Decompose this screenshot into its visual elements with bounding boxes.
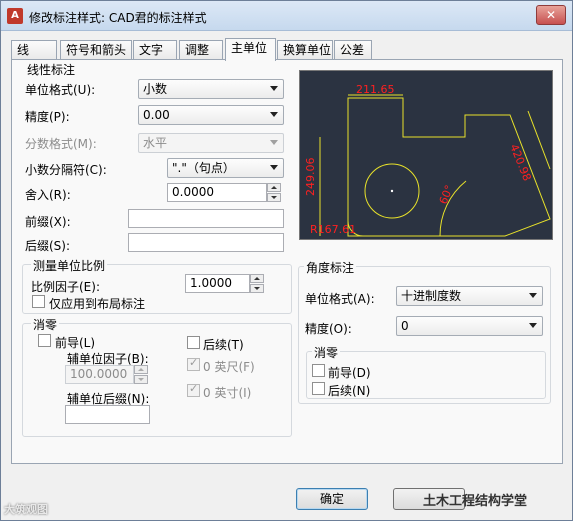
preview-dim-top: 211.65 <box>356 83 395 96</box>
angular-leading-label: 前导(D) <box>328 366 371 380</box>
unit-format-select[interactable]: 小数 <box>138 79 284 99</box>
spin-down-icon[interactable] <box>250 284 264 293</box>
autocad-app-icon: A <box>7 8 23 24</box>
chevron-down-icon <box>529 323 537 328</box>
preview-dim-right: 420.98 <box>507 142 533 183</box>
leading-zero-checkbox[interactable] <box>38 334 51 347</box>
angular-precision-select[interactable]: 0 <box>396 316 543 336</box>
inches-zero-label: 0 英寸(I) <box>203 386 252 400</box>
angular-group-title: 角度标注 <box>304 259 357 276</box>
ok-button[interactable]: 确定 <box>296 488 368 510</box>
sub-unit-suffix-input[interactable] <box>65 405 150 424</box>
tab-primary-units[interactable]: 主单位 <box>225 38 276 61</box>
prefix-label: 前缀(X): <box>25 215 71 229</box>
layout-only-checkbox[interactable] <box>32 295 45 308</box>
tab-alternate-units[interactable]: 换算单位 <box>277 40 333 60</box>
window-title: 修改标注样式: CAD君的标注样式 <box>29 11 207 25</box>
tab-lines[interactable]: 线 <box>11 40 57 60</box>
preview-drawing: 211.65 249.06 420.98 60° R167.61 <box>304 83 551 237</box>
spin-down-icon[interactable] <box>267 193 281 202</box>
decimal-separator-label: 小数分隔符(C): <box>25 163 107 177</box>
linear-group-title: 线性标注 <box>25 61 78 78</box>
preview-dim-radius: R167.61 <box>310 223 356 236</box>
trailing-zero-label: 后续(T) <box>203 338 244 352</box>
spin-up-icon[interactable] <box>134 365 148 374</box>
chevron-down-icon <box>270 86 278 91</box>
precision-select[interactable]: 0.00 <box>138 105 284 125</box>
round-off-label: 舍入(R): <box>25 188 71 202</box>
sub-unit-factor-spinner[interactable] <box>134 365 148 384</box>
close-button[interactable]: ✕ <box>536 5 566 25</box>
title-bar: A 修改标注样式: CAD君的标注样式 ✕ <box>1 1 572 31</box>
round-off-spinner[interactable] <box>267 183 281 202</box>
angular-unit-format-label: 单位格式(A): <box>305 292 375 306</box>
leading-zero-label: 前导(L) <box>55 336 96 350</box>
scale-factor-spinner[interactable] <box>250 274 264 293</box>
watermark-right: 土木工程结构学堂 <box>423 494 528 509</box>
layout-only-label: 仅应用到布局标注 <box>49 297 146 311</box>
tab-text[interactable]: 文字 <box>133 40 177 60</box>
angular-precision-label: 精度(O): <box>305 322 352 336</box>
scale-factor-label: 比例因子(E): <box>31 280 100 294</box>
sub-unit-factor-input[interactable]: 100.0000 <box>65 365 134 384</box>
trailing-zero-checkbox[interactable] <box>187 336 200 349</box>
tab-tolerances[interactable]: 公差 <box>334 40 372 60</box>
preview-dim-angle: 60° <box>437 183 456 206</box>
preview-dim-left: 249.06 <box>304 158 317 197</box>
unit-format-label: 单位格式(U): <box>25 83 96 97</box>
preview-center-mark <box>390 189 394 193</box>
angular-leading-checkbox[interactable] <box>312 364 325 377</box>
angular-trailing-checkbox[interactable] <box>312 382 325 395</box>
suffix-input[interactable] <box>128 233 284 252</box>
scale-factor-input[interactable]: 1.0000 <box>185 274 250 293</box>
angular-trailing-label: 后续(N) <box>328 384 371 398</box>
preview-right-dim-line <box>527 110 551 170</box>
spin-up-icon[interactable] <box>267 183 281 192</box>
suffix-label: 后缀(S): <box>25 239 71 253</box>
watermark-left: 大筑观图 <box>4 503 48 516</box>
prefix-input[interactable] <box>128 209 284 228</box>
dimension-preview: 211.65 249.06 420.98 60° R167.61 <box>299 70 553 240</box>
angular-zero-title: 消零 <box>312 344 341 361</box>
round-off-input[interactable]: 0.0000 <box>167 183 267 202</box>
tab-symbols-arrows[interactable]: 符号和箭头 <box>60 40 132 60</box>
chevron-down-icon <box>270 112 278 117</box>
decimal-separator-select[interactable]: "."（句点） <box>167 158 284 178</box>
fraction-format-label: 分数格式(M): <box>25 137 97 151</box>
scale-group-title: 测量单位比例 <box>31 257 108 274</box>
precision-label: 精度(P): <box>25 110 70 124</box>
fraction-format-select[interactable]: 水平 <box>138 133 284 153</box>
tab-fit[interactable]: 调整 <box>179 40 223 60</box>
angular-unit-format-select[interactable]: 十进制度数 <box>396 286 543 306</box>
dialog-window: A 修改标注样式: CAD君的标注样式 ✕ 线 符号和箭头 文字 调整 主单位 … <box>0 0 573 521</box>
zero-suppression-title: 消零 <box>31 316 60 333</box>
chevron-down-icon <box>270 165 278 170</box>
feet-zero-label: 0 英尺(F) <box>203 360 255 374</box>
inches-zero-checkbox[interactable] <box>187 382 200 397</box>
chevron-down-icon <box>270 140 278 145</box>
feet-zero-checkbox[interactable] <box>187 356 200 371</box>
chevron-down-icon <box>529 293 537 298</box>
spin-up-icon[interactable] <box>250 274 264 283</box>
spin-down-icon[interactable] <box>134 375 148 384</box>
